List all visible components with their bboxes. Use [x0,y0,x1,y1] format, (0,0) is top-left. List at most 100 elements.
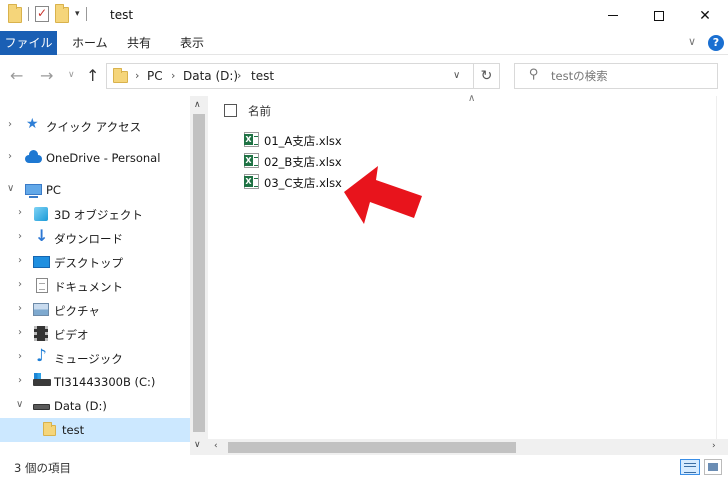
column-header-name[interactable]: 名前 [248,103,271,119]
help-icon[interactable]: ? [708,35,724,51]
sidebar-item-label: OneDrive - Personal [46,151,161,165]
search-input[interactable] [551,67,711,85]
excel-file-icon [244,174,259,189]
file-name: 02_B支店.xlsx [264,155,342,169]
sidebar-item-drive-d[interactable]: ∨ Data (D:) [0,394,190,418]
refresh-icon: ↻ [480,68,493,84]
content-vertical-scrollbar[interactable] [716,96,728,439]
list-item[interactable]: 01_A支店.xlsx [244,130,444,150]
address-bar[interactable]: › PC › Data (D:) › test ∨ [106,63,474,89]
sort-ascending-icon: ∧ [468,93,476,104]
sidebar-item-downloads[interactable]: › ↓ ダウンロード [0,226,190,250]
sidebar-item-music[interactable]: › ♪ ミュージック [0,346,190,370]
pictures-icon [33,303,49,316]
expand-chevron-icon[interactable]: › [18,231,22,242]
properties-icon[interactable] [35,6,49,22]
expand-chevron-icon[interactable]: › [18,303,22,314]
scroll-up-icon[interactable]: ∧ [194,100,201,110]
pc-icon [25,184,42,198]
music-icon: ♪ [36,346,47,366]
breadcrumb-separator[interactable]: › [171,69,175,82]
expand-chevron-icon[interactable]: › [8,151,12,162]
sidebar-item-pc[interactable]: ∨ PC [0,178,190,202]
breadcrumb-separator[interactable]: › [237,69,241,82]
sidebar-item-quick-access[interactable]: › ★ クイック アクセス [0,114,190,138]
title-bar: ▾ test ✕ [0,0,728,31]
drive-c-icon [33,373,51,386]
large-icons-view-icon[interactable] [704,459,722,475]
drive-d-icon [33,404,50,410]
back-arrow-icon[interactable]: ← [10,66,23,85]
sidebar-item-onedrive[interactable]: › OneDrive - Personal [0,146,190,170]
expand-chevron-icon[interactable]: › [18,375,22,386]
onedrive-icon [25,150,42,163]
expand-chevron-icon[interactable]: › [18,255,22,266]
details-view-icon[interactable] [680,459,700,475]
horizontal-scrollbar[interactable]: ‹ › [208,439,728,455]
address-dropdown-icon[interactable]: ∨ [453,70,460,81]
navigation-pane: › ★ クイック アクセス › OneDrive - Personal ∨ PC… [0,96,208,455]
sidebar-item-label: クイック アクセス [46,120,142,134]
collapse-chevron-icon[interactable]: ∨ [7,183,14,194]
breadcrumb-data-drive[interactable]: Data (D:) [183,69,238,83]
tab-file[interactable]: ファイル [0,31,57,55]
sidebar-item-documents[interactable]: › ドキュメント [0,274,190,298]
new-folder-icon[interactable] [55,4,69,23]
window-title: test [110,8,134,22]
scroll-left-icon[interactable]: ‹ [214,441,218,451]
expand-chevron-icon[interactable]: › [18,351,22,362]
forward-arrow-icon[interactable]: → [40,66,53,85]
horizontal-scroll-thumb[interactable] [228,442,516,453]
sidebar-item-label: ダウンロード [54,232,123,246]
refresh-button[interactable]: ↻ [474,63,500,89]
breadcrumb-test[interactable]: test [251,69,274,83]
excel-file-icon [244,132,259,147]
close-icon: ✕ [699,7,711,24]
tab-share[interactable]: 共有 [117,31,161,55]
recent-locations-chevron-icon[interactable]: ∨ [68,70,75,80]
search-box[interactable]: ⚲ [514,63,718,89]
navigation-bar: ← → ∨ ↑ › PC › Data (D:) › test ∨ ↻ ⚲ [0,56,728,96]
minimize-icon [608,15,618,16]
sidebar-item-label: デスクトップ [54,256,123,270]
download-icon: ↓ [35,226,49,245]
desktop-icon [33,256,50,268]
sidebar-item-test[interactable]: test [0,418,190,442]
expand-chevron-icon[interactable]: › [18,207,22,218]
expand-ribbon-icon[interactable]: ∨ [688,35,696,48]
sidebar-item-desktop[interactable]: › デスクトップ [0,250,190,274]
item-count: 3 個の項目 [14,461,71,475]
sidebar-item-3d-objects[interactable]: › 3D オブジェクト [0,202,190,226]
sidebar-item-label: 3D オブジェクト [54,208,143,222]
expand-chevron-icon[interactable]: › [18,327,22,338]
up-arrow-icon[interactable]: ↑ [86,66,99,85]
sidebar-item-pictures[interactable]: › ピクチャ [0,298,190,322]
breadcrumb-pc[interactable]: PC [147,69,163,83]
documents-icon [36,278,48,293]
customize-toolbar-dropdown-icon[interactable]: ▾ [75,9,80,19]
select-all-checkbox[interactable] [224,104,237,117]
tab-view[interactable]: 表示 [170,31,214,55]
sidebar-item-label: ピクチャ [54,304,100,318]
videos-icon [34,326,48,341]
tab-home[interactable]: ホーム [62,31,118,55]
expand-chevron-icon[interactable]: › [8,119,12,130]
maximize-button[interactable] [636,0,682,31]
close-button[interactable]: ✕ [682,0,728,31]
sidebar-item-drive-c[interactable]: › TI31443300B (C:) [0,370,190,394]
file-name: 01_A支店.xlsx [264,134,342,148]
folder-icon [113,68,128,83]
scroll-down-icon[interactable]: ∨ [194,440,201,450]
minimize-button[interactable] [590,0,636,31]
arrow-shape [344,166,422,224]
maximize-icon [654,10,664,21]
status-bar: 3 個の項目 [0,455,728,480]
expand-chevron-icon[interactable]: › [18,279,22,290]
navpane-scroll-thumb[interactable] [193,114,205,432]
scroll-right-icon[interactable]: › [712,441,716,451]
toolbar-separator [28,7,29,21]
sidebar-item-videos[interactable]: › ビデオ [0,322,190,346]
breadcrumb-separator[interactable]: › [135,69,139,82]
collapse-chevron-icon[interactable]: ∨ [16,399,23,410]
file-list: ∧ 名前 01_A支店.xlsx 02_B支店.xlsx 03_C支店.xlsx [208,93,728,455]
